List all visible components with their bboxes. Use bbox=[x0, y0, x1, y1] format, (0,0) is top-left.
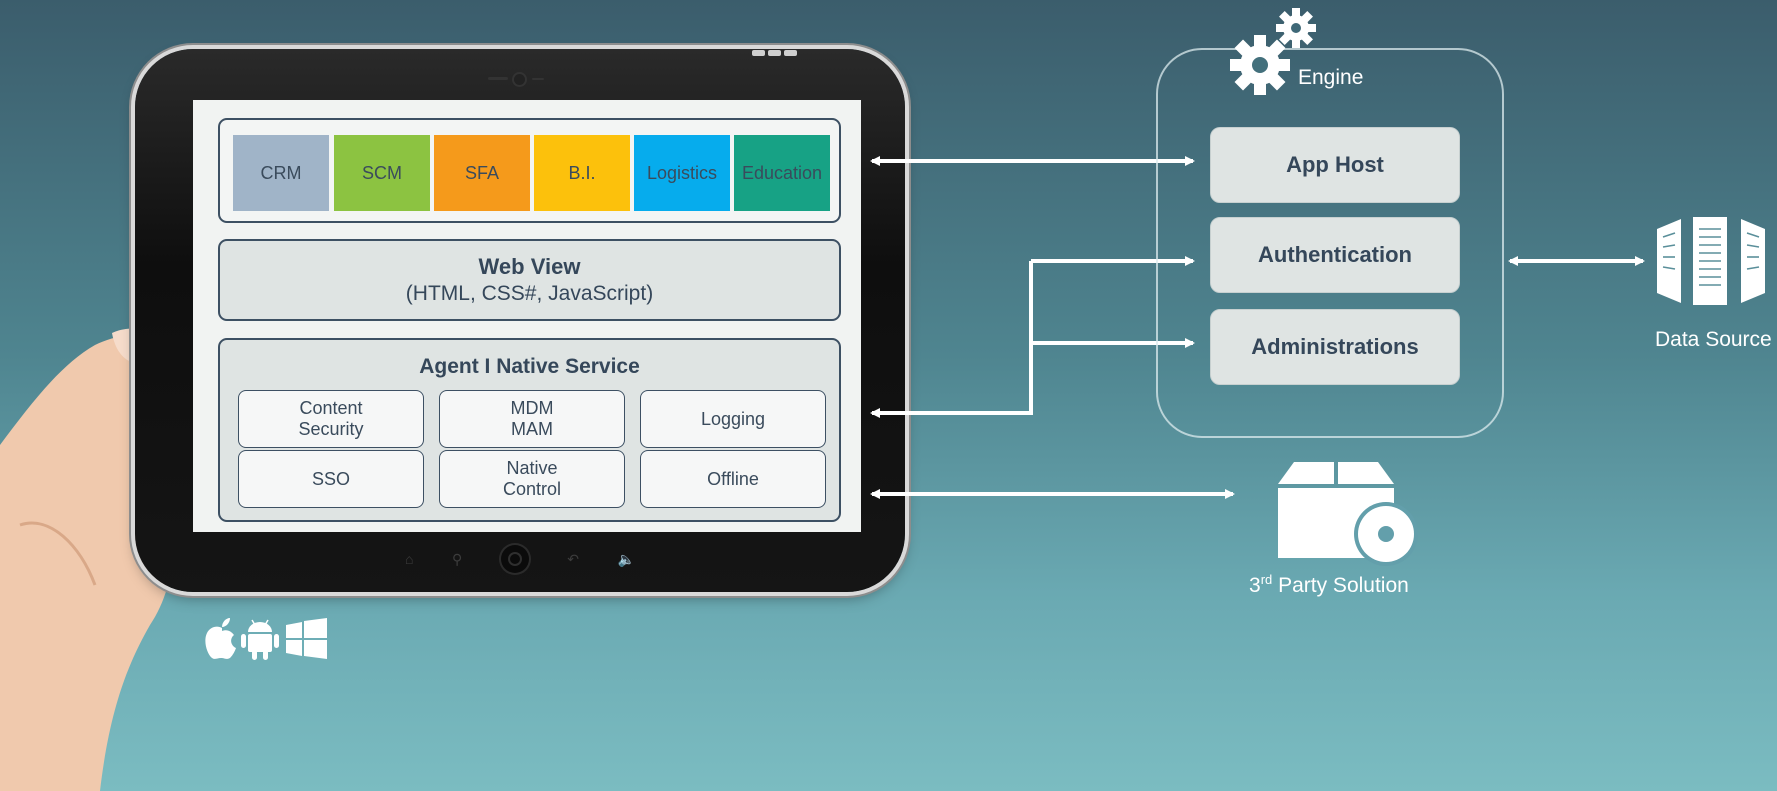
connector-layer bbox=[870, 156, 1645, 499]
arrow-agent-engine bbox=[870, 261, 1033, 418]
third-party-prefix: 3 bbox=[1249, 574, 1261, 597]
engine-label: Engine bbox=[1298, 66, 1364, 89]
engine-box-authentication: Authentication bbox=[1210, 217, 1460, 293]
data-source-label: Data Source bbox=[1655, 328, 1772, 351]
engine-box-app-host: App Host bbox=[1210, 127, 1460, 203]
engine-box-administrations: Administrations bbox=[1210, 309, 1460, 385]
third-party-label: 3rd Party Solution bbox=[1249, 572, 1409, 598]
third-party-text: Party Solution bbox=[1272, 574, 1409, 597]
server-icon bbox=[1657, 217, 1765, 305]
third-party-superscript: rd bbox=[1260, 572, 1273, 587]
package-disc-icon bbox=[1278, 462, 1418, 566]
